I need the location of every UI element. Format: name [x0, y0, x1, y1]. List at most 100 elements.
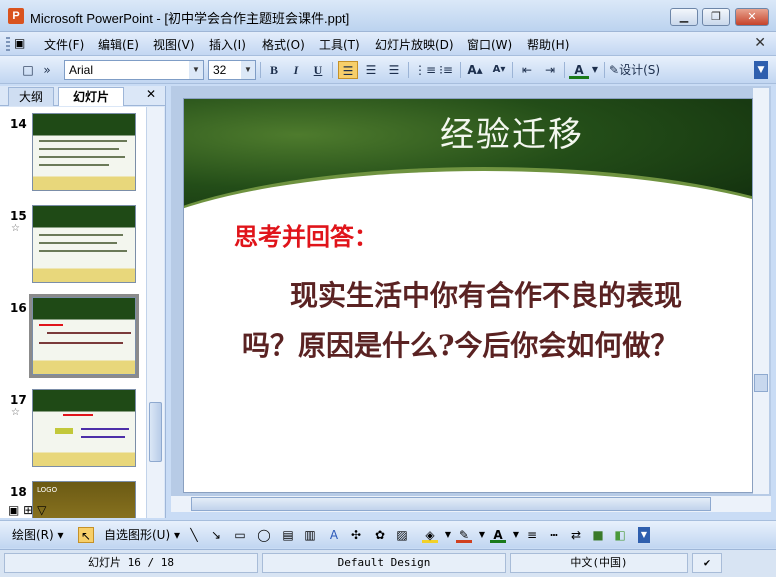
- menu-insert[interactable]: 插入(I): [209, 36, 246, 53]
- slideshow-view-icon[interactable]: ▽: [37, 503, 46, 517]
- chevron-down-icon[interactable]: ▼: [590, 61, 600, 79]
- current-slide[interactable]: 经验迁移 思考并回答： 现实生活中你有合作不良的表现 吗？原因是什么?今后你会如…: [183, 98, 753, 493]
- pane-close-icon[interactable]: ✕: [146, 87, 156, 101]
- slide-thumbnail-17[interactable]: [32, 389, 136, 467]
- thumb-text-line: [39, 148, 119, 150]
- increase-indent-icon[interactable]: ⇥: [540, 61, 560, 79]
- bold-button[interactable]: B: [264, 61, 284, 79]
- thumbnails-scrollbar[interactable]: [146, 107, 164, 518]
- design-label: 设计(S): [619, 63, 661, 77]
- scrollbar-thumb[interactable]: [149, 402, 162, 462]
- fill-color-icon[interactable]: ◈: [422, 527, 438, 543]
- scrollbar-thumb[interactable]: [191, 497, 711, 511]
- line-icon[interactable]: ╲: [186, 527, 202, 543]
- slide-title[interactable]: 经验迁移: [184, 107, 752, 156]
- new-document-icon[interactable]: □: [18, 61, 38, 79]
- textbox-icon[interactable]: ▤: [280, 527, 296, 543]
- slide-subtitle[interactable]: 思考并回答：: [234, 217, 378, 252]
- picture-icon[interactable]: ▨: [394, 527, 410, 543]
- status-design[interactable]: Default Design: [262, 553, 506, 573]
- scrollbar-thumb[interactable]: [754, 374, 768, 392]
- menu-edit[interactable]: 编辑(E): [98, 36, 139, 53]
- thumb-text-line: [63, 414, 93, 416]
- menu-window[interactable]: 窗口(W): [467, 36, 512, 53]
- menu-view[interactable]: 视图(V): [153, 36, 195, 53]
- menu-grip[interactable]: [6, 37, 10, 51]
- 3d-style-icon[interactable]: ◧: [612, 527, 628, 543]
- wordart-icon[interactable]: A: [326, 527, 342, 543]
- bulleted-list-icon[interactable]: ⁝≡: [436, 61, 456, 79]
- arrow-icon[interactable]: ↘: [208, 527, 224, 543]
- document-icon[interactable]: ▣: [14, 36, 25, 50]
- arrow-style-icon[interactable]: ⇄: [568, 527, 584, 543]
- animation-star-icon[interactable]: ☆: [11, 223, 20, 234]
- menu-tools[interactable]: 工具(T): [319, 36, 360, 53]
- rectangle-icon[interactable]: ▭: [232, 527, 248, 543]
- font-name-select[interactable]: Arial ▼: [64, 60, 204, 80]
- draw-menu-button[interactable]: 绘图(R) ▾: [12, 526, 64, 543]
- underline-button[interactable]: U: [308, 61, 328, 79]
- menu-file[interactable]: 文件(F): [44, 36, 84, 53]
- align-right-icon[interactable]: ☰: [384, 61, 404, 79]
- tab-outline[interactable]: 大纲: [8, 87, 54, 106]
- vertical-textbox-icon[interactable]: ▥: [302, 527, 318, 543]
- toolbar-options-icon[interactable]: ▼: [638, 527, 650, 543]
- slide-body-text[interactable]: 现实生活中你有合作不良的表现 吗？原因是什么?今后你会如何做？: [242, 271, 742, 371]
- slide-thumbnail-18[interactable]: LOGO: [32, 481, 136, 518]
- chevron-down-icon[interactable]: ▼: [508, 527, 524, 543]
- font-color-icon[interactable]: A: [569, 61, 589, 79]
- menu-format[interactable]: 格式(O): [262, 36, 305, 53]
- toolbar-options-icon[interactable]: ▼: [754, 61, 768, 79]
- design-button[interactable]: ✎设计(S): [609, 61, 671, 79]
- menu-help[interactable]: 帮助(H): [527, 36, 569, 53]
- minimize-button[interactable]: ▁: [670, 8, 698, 26]
- dash-style-icon[interactable]: ┅: [546, 527, 562, 543]
- chevron-down-icon[interactable]: ▼: [241, 61, 255, 79]
- document-close-icon[interactable]: ✕: [754, 35, 766, 51]
- diagram-icon[interactable]: ✣: [348, 527, 364, 543]
- toolbar-options-icon[interactable]: »: [40, 61, 54, 79]
- status-slide-info: 幻灯片 16 / 18: [4, 553, 258, 573]
- select-pointer-icon[interactable]: ↖: [78, 527, 94, 543]
- animation-star-icon[interactable]: ☆: [11, 407, 20, 418]
- font-name-value: Arial: [69, 63, 94, 77]
- chevron-down-icon[interactable]: ▼: [440, 527, 456, 543]
- window-title: Microsoft PowerPoint - [初中学会合作主题班会课件.ppt…: [30, 11, 350, 26]
- align-left-icon[interactable]: ☰: [338, 61, 358, 79]
- chevron-down-icon[interactable]: ▼: [189, 61, 203, 79]
- oval-icon[interactable]: ◯: [256, 527, 272, 543]
- chevron-down-icon[interactable]: ▼: [474, 527, 490, 543]
- align-center-icon[interactable]: ☰: [361, 61, 381, 79]
- powerpoint-app-icon[interactable]: P: [8, 8, 24, 24]
- font-size-select[interactable]: 32 ▼: [208, 60, 256, 80]
- spelling-status-icon[interactable]: ✔: [692, 553, 722, 573]
- increase-font-icon[interactable]: A▴: [465, 61, 485, 79]
- line-style-icon[interactable]: ≡: [524, 527, 540, 543]
- clipart-icon[interactable]: ✿: [372, 527, 388, 543]
- italic-button[interactable]: I: [286, 61, 306, 79]
- restore-button[interactable]: ❐: [702, 8, 730, 26]
- draw-label: 绘图(R): [12, 528, 54, 542]
- font-color-icon[interactable]: A: [490, 527, 506, 543]
- tab-slides[interactable]: 幻灯片: [58, 87, 124, 106]
- slide-sorter-icon[interactable]: ⊞: [23, 503, 33, 517]
- formatting-toolbar: □ » Arial ▼ 32 ▼ B I U ☰ ☰ ☰ ⋮≡ ⁝≡ A▴ A▾…: [0, 56, 776, 84]
- decrease-font-icon[interactable]: A▾: [489, 61, 509, 79]
- slide-vertical-scrollbar[interactable]: [753, 88, 769, 494]
- toolbar-separator: [332, 62, 333, 78]
- decrease-indent-icon[interactable]: ⇤: [517, 61, 537, 79]
- line-color-icon[interactable]: ✎: [456, 527, 472, 543]
- autoshapes-button[interactable]: 自选图形(U) ▾: [104, 526, 180, 543]
- numbered-list-icon[interactable]: ⋮≡: [414, 61, 436, 79]
- normal-view-icon[interactable]: ▣: [8, 503, 19, 517]
- slide-thumbnail-16[interactable]: [29, 294, 139, 378]
- slides-pane: 大纲 幻灯片 ✕ 14 15 ☆ 16 17 ☆ 18 LOGO: [0, 86, 166, 518]
- toolbar-separator: [512, 62, 513, 78]
- shadow-style-icon[interactable]: ■: [590, 527, 606, 543]
- close-button[interactable]: ✕: [735, 8, 769, 26]
- thumb-text-line: [81, 436, 125, 438]
- slide-thumbnail-14[interactable]: [32, 113, 136, 191]
- slide-horizontal-scrollbar[interactable]: [171, 496, 771, 512]
- slide-thumbnail-15[interactable]: [32, 205, 136, 283]
- menu-slideshow[interactable]: 幻灯片放映(D): [375, 36, 454, 53]
